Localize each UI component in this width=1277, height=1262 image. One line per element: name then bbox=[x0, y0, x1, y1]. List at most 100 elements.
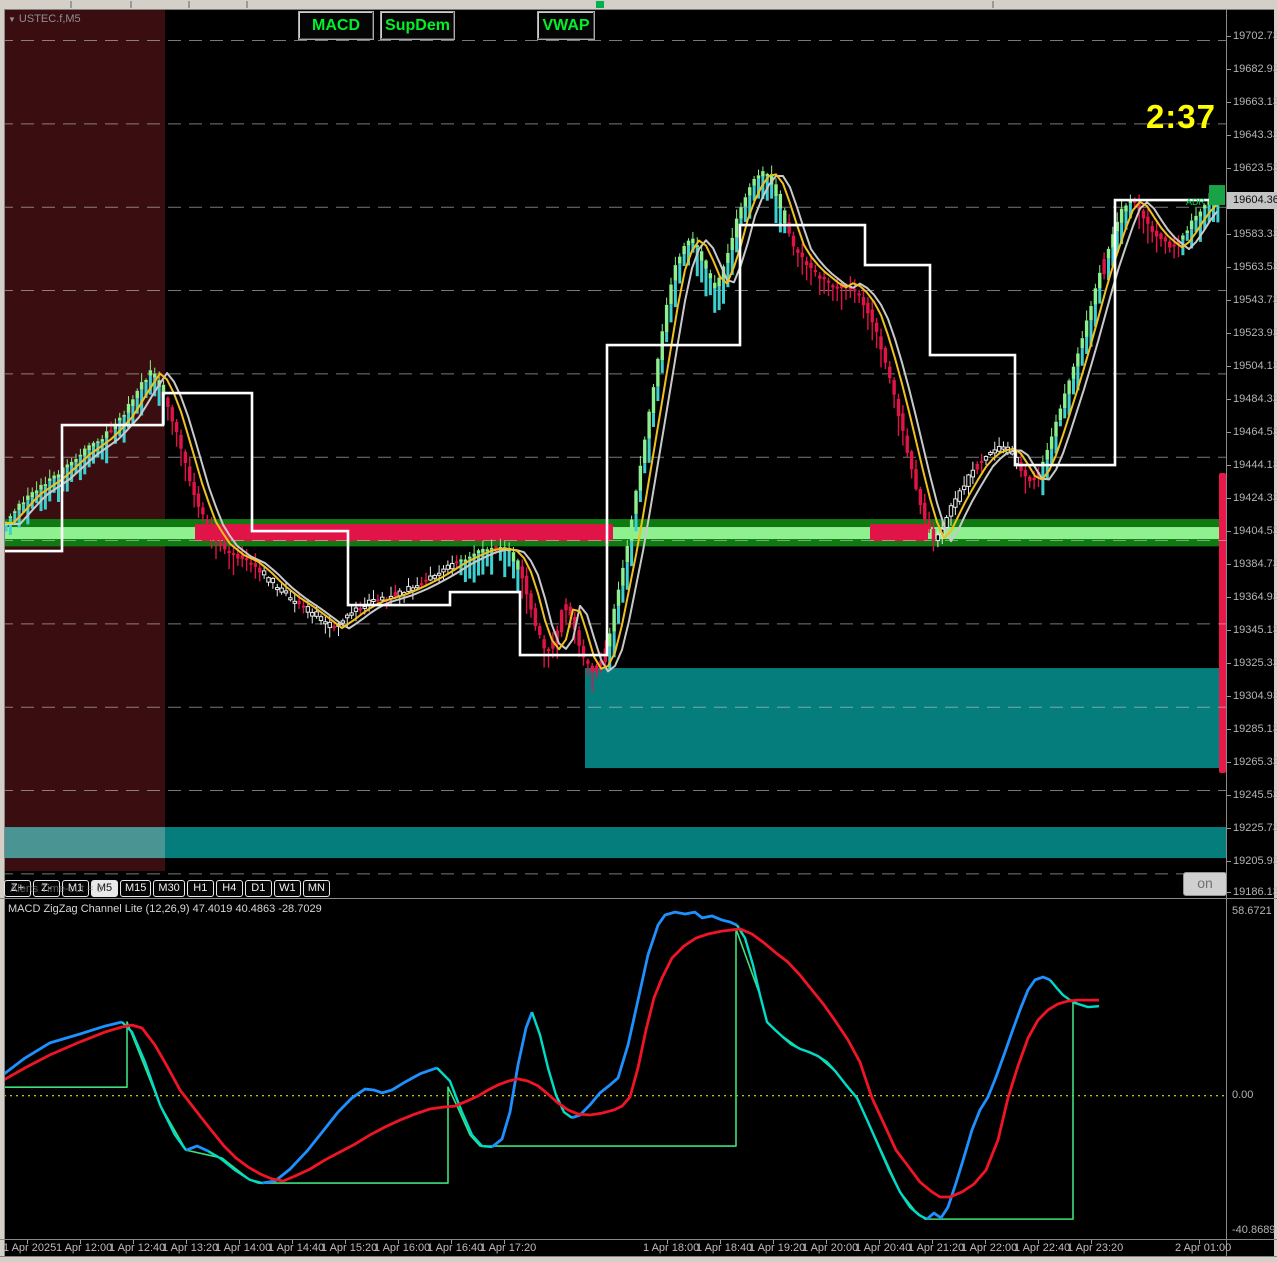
candle bbox=[608, 633, 612, 647]
toolbar-indicator-dot bbox=[596, 1, 604, 8]
candle bbox=[791, 235, 796, 247]
candle bbox=[218, 542, 223, 546]
candle bbox=[796, 249, 800, 253]
candle bbox=[612, 608, 616, 632]
candle bbox=[39, 484, 43, 490]
toolbar-separator bbox=[992, 1, 994, 8]
indicator-scale-max: 58.6721 bbox=[1232, 905, 1272, 917]
price-axis-label: 19583.33 bbox=[1233, 228, 1277, 240]
candle bbox=[809, 262, 813, 269]
time-axis-label: 1 Apr 12:40 bbox=[109, 1242, 166, 1254]
time-axis-label: 1 Apr 20:00 bbox=[802, 1242, 859, 1254]
candle bbox=[432, 574, 437, 579]
candle bbox=[748, 187, 752, 196]
candle bbox=[428, 575, 433, 581]
candle bbox=[594, 665, 599, 673]
candle bbox=[266, 577, 271, 583]
candle bbox=[1058, 408, 1063, 421]
candle bbox=[393, 591, 398, 597]
candle bbox=[118, 417, 122, 421]
candle bbox=[857, 293, 861, 296]
time-axis-label: 1 Apr 18:40 bbox=[696, 1242, 753, 1254]
candle bbox=[78, 454, 83, 457]
candle bbox=[892, 380, 896, 395]
candle bbox=[669, 284, 673, 305]
candle bbox=[34, 490, 39, 494]
candle bbox=[835, 286, 839, 289]
candle bbox=[472, 553, 476, 557]
candle bbox=[826, 280, 831, 283]
vwap-button[interactable]: VWAP bbox=[537, 11, 595, 40]
candle bbox=[979, 460, 984, 463]
candle bbox=[366, 599, 372, 605]
chart-canvas[interactable] bbox=[0, 0, 1277, 1262]
time-tick bbox=[504, 1240, 505, 1244]
time-tick bbox=[1038, 1240, 1039, 1244]
candle bbox=[436, 572, 442, 576]
price-tick bbox=[1227, 399, 1231, 400]
indicator-pane-separator[interactable] bbox=[0, 898, 1277, 899]
candle bbox=[261, 570, 267, 576]
candle bbox=[179, 434, 183, 449]
price-axis-label: 19523.93 bbox=[1233, 327, 1277, 339]
candle bbox=[966, 474, 971, 487]
candle bbox=[948, 505, 954, 517]
candle bbox=[205, 519, 209, 524]
consumed-supply-band bbox=[195, 524, 613, 542]
candle bbox=[362, 605, 367, 609]
macd-button[interactable]: MACD bbox=[298, 11, 374, 40]
timeframe-button-zplus[interactable]: Z+ bbox=[4, 880, 31, 897]
candle bbox=[244, 558, 249, 561]
candle bbox=[314, 611, 319, 617]
candle bbox=[778, 193, 783, 209]
candle bbox=[91, 442, 96, 447]
supdem-button[interactable]: SupDem bbox=[380, 11, 455, 40]
candle bbox=[931, 528, 936, 542]
candle bbox=[511, 552, 516, 562]
timeframe-button-h1[interactable]: H1 bbox=[186, 880, 214, 897]
candle bbox=[634, 490, 638, 514]
price-tick bbox=[1227, 36, 1231, 37]
candle bbox=[664, 304, 669, 333]
timeframe-button-m5[interactable]: M5 bbox=[91, 880, 118, 897]
timeframe-button-w1[interactable]: W1 bbox=[273, 880, 301, 897]
price-axis-label: 19304.93 bbox=[1233, 690, 1277, 702]
candle bbox=[349, 612, 354, 616]
candle bbox=[144, 379, 148, 383]
candle bbox=[953, 498, 958, 508]
time-axis-label: 1 Apr 12:00 bbox=[56, 1242, 113, 1254]
candle bbox=[166, 397, 170, 407]
timeframe-button-d1[interactable]: D1 bbox=[244, 880, 272, 897]
candle bbox=[1023, 469, 1028, 477]
candle bbox=[30, 492, 34, 498]
candle bbox=[1063, 393, 1067, 409]
timeframe-button-m30[interactable]: M30 bbox=[153, 880, 185, 897]
candle bbox=[1146, 216, 1150, 224]
candle bbox=[1150, 225, 1154, 232]
candle bbox=[621, 567, 625, 586]
timeframe-button-zminus[interactable]: Z- bbox=[33, 880, 60, 897]
timeframe-button-m1[interactable]: M1 bbox=[62, 880, 89, 897]
time-tick bbox=[985, 1240, 986, 1244]
price-tick bbox=[1227, 69, 1231, 70]
candle bbox=[43, 484, 48, 487]
timeframe-button-mn[interactable]: MN bbox=[302, 880, 330, 897]
time-tick bbox=[667, 1240, 668, 1244]
time-axis-label: 1 Apr 15:20 bbox=[321, 1242, 378, 1254]
on-toggle-button[interactable]: on bbox=[1183, 872, 1227, 896]
candle bbox=[564, 604, 568, 611]
timeframe-button-m15[interactable]: M15 bbox=[120, 880, 152, 897]
price-tick bbox=[1227, 663, 1231, 664]
price-axis-label: 19444.13 bbox=[1233, 459, 1277, 471]
candle bbox=[489, 547, 494, 550]
candle bbox=[905, 435, 909, 453]
chevron-down-icon[interactable]: ▼ bbox=[8, 15, 16, 24]
time-tick bbox=[1091, 1240, 1092, 1244]
time-axis-label: 2 Apr 01:00 bbox=[1175, 1242, 1232, 1254]
symbol-label[interactable]: ▼ USTEC.f,M5 bbox=[8, 13, 81, 25]
timeframe-button-h4[interactable]: H4 bbox=[215, 880, 243, 897]
candle bbox=[1045, 449, 1049, 460]
candle bbox=[1106, 248, 1111, 259]
window-bottom-border bbox=[0, 1256, 1277, 1262]
candle bbox=[713, 282, 717, 289]
